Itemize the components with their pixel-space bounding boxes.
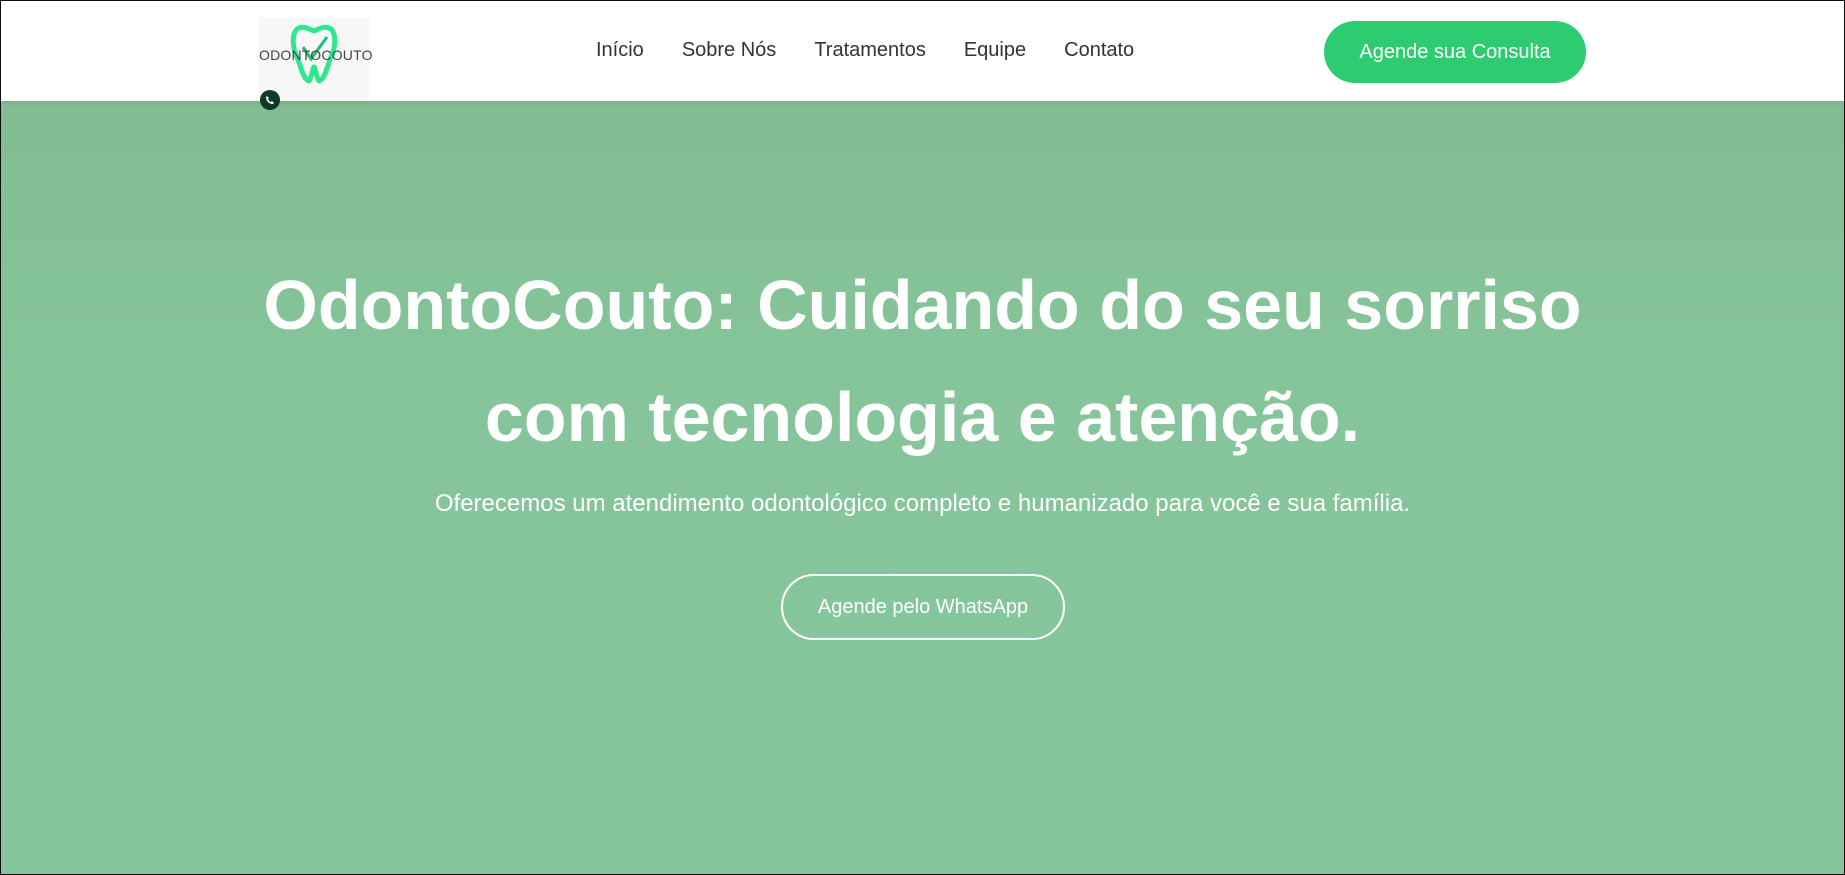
nav-item-equipe[interactable]: Equipe bbox=[964, 39, 1026, 62]
logo-text: ODONTOCOUTO bbox=[259, 47, 373, 63]
hero-section: OdontoCouto: Cuidando do seu sorriso com… bbox=[1, 101, 1844, 874]
book-appointment-button[interactable]: Agende sua Consulta bbox=[1324, 21, 1586, 83]
page: ODONTOCOUTO Início Sobre Nós Tratamentos… bbox=[1, 1, 1844, 874]
site-header: ODONTOCOUTO Início Sobre Nós Tratamentos… bbox=[1, 1, 1844, 110]
hero-title: OdontoCouto: Cuidando do seu sorriso com… bbox=[263, 266, 1582, 456]
nav-item-tratamentos[interactable]: Tratamentos bbox=[814, 39, 926, 62]
whatsapp-icon[interactable] bbox=[260, 90, 280, 110]
whatsapp-booking-button[interactable]: Agende pelo WhatsApp bbox=[781, 574, 1065, 640]
nav-item-inicio[interactable]: Início bbox=[596, 39, 644, 62]
nav-item-sobre-nos[interactable]: Sobre Nós bbox=[682, 39, 777, 62]
hero-subtitle: Oferecemos um atendimento odontológico c… bbox=[434, 490, 1411, 517]
logo[interactable]: ODONTOCOUTO bbox=[259, 17, 373, 101]
phone-icon bbox=[266, 96, 274, 104]
nav-item-contato[interactable]: Contato bbox=[1064, 39, 1134, 62]
main-nav: Início Sobre Nós Tratamentos Equipe Cont… bbox=[596, 39, 1172, 62]
